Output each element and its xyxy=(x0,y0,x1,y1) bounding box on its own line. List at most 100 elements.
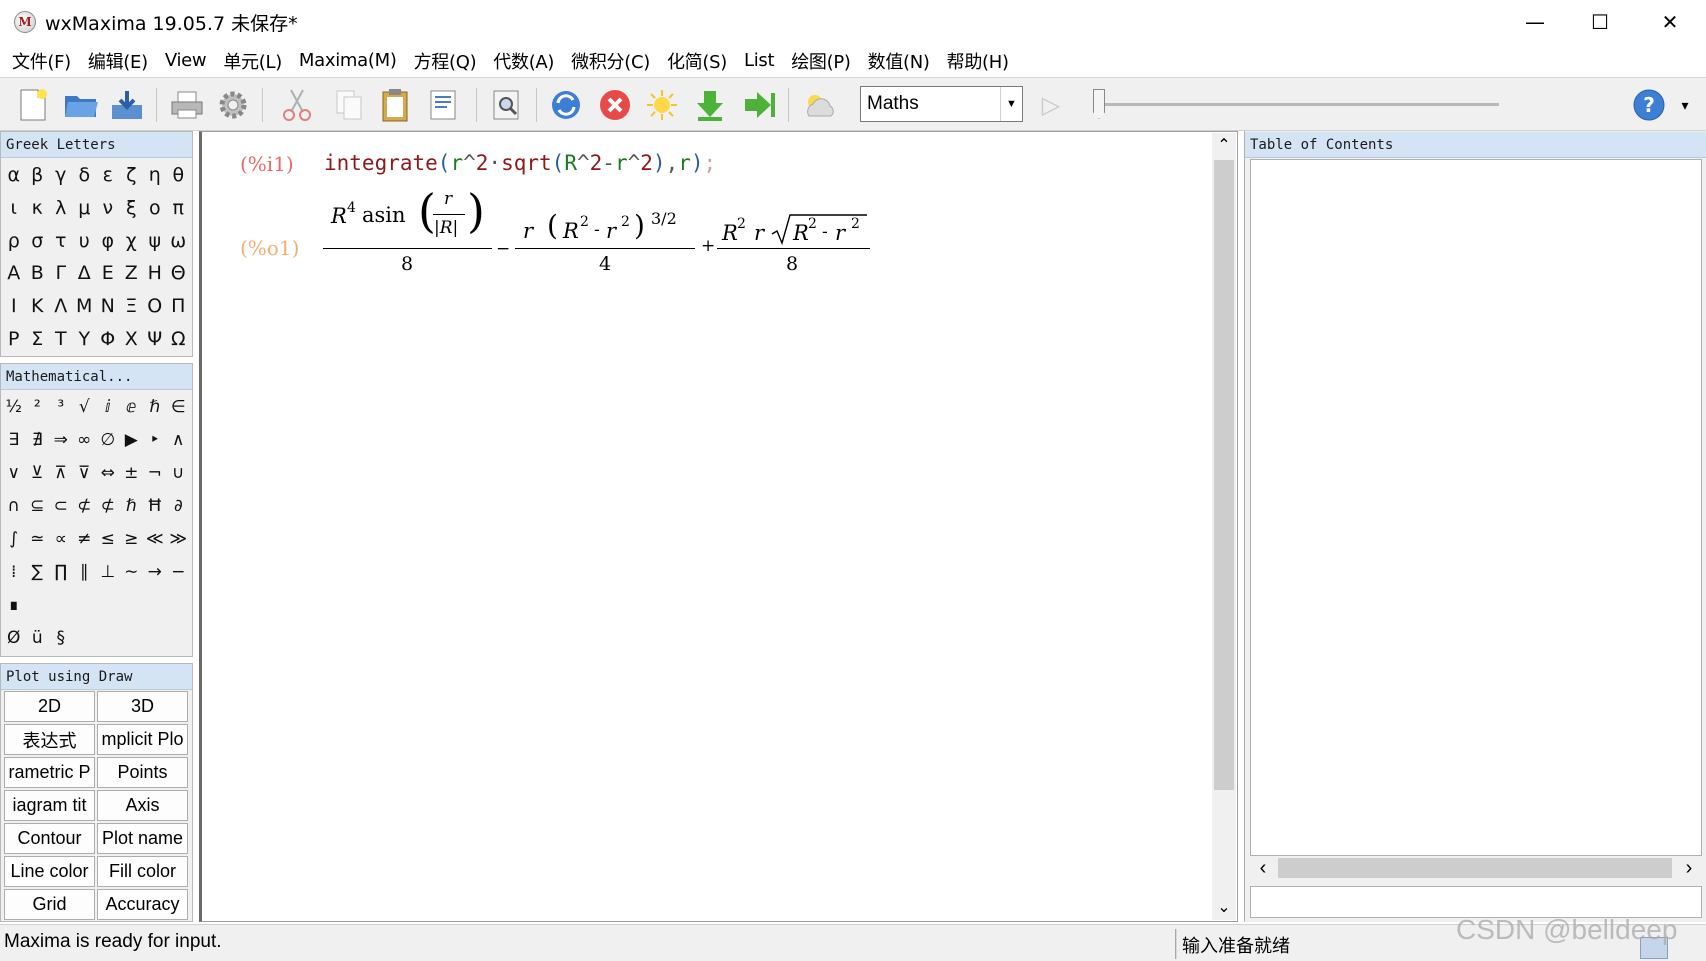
greek-symbol-button[interactable]: η xyxy=(143,159,167,192)
cut-icon[interactable] xyxy=(278,86,316,124)
worksheet[interactable] xyxy=(199,131,1238,922)
help-icon[interactable]: ? xyxy=(1630,86,1668,124)
greek-symbol-button[interactable]: σ xyxy=(26,224,50,257)
draw-button[interactable]: Accuracy xyxy=(97,889,188,920)
math-symbol-button[interactable]: ∞ xyxy=(73,423,97,456)
math-symbol-button[interactable]: ⊂ xyxy=(49,489,73,522)
draw-button[interactable]: Line color xyxy=(4,856,95,887)
math-symbol-button[interactable]: ⊽ xyxy=(73,456,97,489)
menu-item[interactable]: 方程(Q) xyxy=(408,48,488,74)
math-symbol-button[interactable]: ∥ xyxy=(73,555,97,588)
draw-button[interactable]: Points xyxy=(97,757,188,788)
scroll-left-icon[interactable]: ‹ xyxy=(1252,857,1274,879)
math-symbol-button[interactable]: ⅇ xyxy=(120,390,144,423)
greek-symbol-button[interactable]: Υ xyxy=(73,322,97,355)
greek-symbol-button[interactable]: β xyxy=(26,159,50,192)
math-symbol-button[interactable]: ℏ xyxy=(143,390,167,423)
draw-button[interactable]: 2D xyxy=(4,691,95,722)
follow-icon[interactable] xyxy=(643,86,681,124)
greek-symbol-button[interactable]: ε xyxy=(96,159,120,192)
greek-symbol-button[interactable]: ω xyxy=(167,224,191,257)
math-symbol-button[interactable]: ± xyxy=(120,456,144,489)
math-symbol-button[interactable]: ∧ xyxy=(167,423,191,456)
math-symbol-button[interactable]: ≪ xyxy=(143,522,167,555)
menu-item[interactable]: 单元(L) xyxy=(217,48,293,74)
greek-symbol-button[interactable]: Ν xyxy=(96,290,120,323)
menu-item[interactable]: Maxima(M) xyxy=(293,50,408,71)
math-symbol-button[interactable]: ⊼ xyxy=(49,456,73,489)
chevron-down-icon[interactable]: ▼ xyxy=(1000,87,1022,121)
math-symbol-button[interactable]: ³ xyxy=(49,390,73,423)
draw-button[interactable]: Grid xyxy=(4,889,95,920)
greek-symbol-button[interactable]: Σ xyxy=(26,322,50,355)
greek-symbol-button[interactable]: υ xyxy=(73,224,97,257)
draw-button[interactable]: mplicit Plo xyxy=(97,724,188,755)
greek-symbol-button[interactable]: ψ xyxy=(143,224,167,257)
restart-icon[interactable] xyxy=(547,86,585,124)
draw-button[interactable]: Fill color xyxy=(97,856,188,887)
paste-icon[interactable] xyxy=(376,86,414,124)
math-symbol-button[interactable]: ⊻ xyxy=(26,456,50,489)
math-symbol-button[interactable]: ⊥ xyxy=(96,555,120,588)
math-symbol-button[interactable]: ¬ xyxy=(143,456,167,489)
select-all-icon[interactable] xyxy=(424,86,462,124)
settings-gear-icon[interactable] xyxy=(214,86,252,124)
math-symbol-button[interactable]: ² xyxy=(26,390,50,423)
math-symbol-button[interactable]: ≫ xyxy=(167,522,191,555)
play-animation-icon[interactable]: ▷ xyxy=(1032,86,1070,124)
math-symbol-button[interactable]: ⇔ xyxy=(96,456,120,489)
draw-button[interactable]: Plot name xyxy=(97,823,188,854)
draw-button[interactable]: 3D xyxy=(97,691,188,722)
math-symbol-button[interactable]: Ħ xyxy=(143,489,167,522)
math-symbol-button[interactable]: ∄ xyxy=(26,423,50,456)
greek-symbol-button[interactable]: Μ xyxy=(73,290,97,323)
math-symbol-button[interactable]: − xyxy=(167,555,191,588)
math-symbol-button[interactable]: ▶ xyxy=(120,423,144,456)
math-symbol-button[interactable]: ∼ xyxy=(120,555,144,588)
greek-symbol-button[interactable]: Γ xyxy=(49,257,73,290)
draw-button[interactable]: 表达式 xyxy=(4,724,95,755)
maximize-button[interactable]: ☐ xyxy=(1565,0,1635,44)
menu-item[interactable]: View xyxy=(159,50,218,71)
menu-item[interactable]: 编辑(E) xyxy=(82,48,159,74)
toc-hscrollbar-thumb[interactable] xyxy=(1278,858,1672,878)
math-symbol-button[interactable]: Ø xyxy=(2,621,26,654)
greek-symbol-button[interactable]: γ xyxy=(49,159,73,192)
math-symbol-button[interactable]: ∑ xyxy=(26,555,50,588)
menu-item[interactable]: 微积分(C) xyxy=(565,48,661,74)
menu-item[interactable]: 代数(A) xyxy=(487,48,565,74)
worksheet-scrollbar-thumb[interactable] xyxy=(1214,160,1234,790)
math-symbol-button[interactable]: ∫ xyxy=(2,522,26,555)
scroll-right-icon[interactable]: › xyxy=(1678,857,1700,879)
math-symbol-button[interactable]: → xyxy=(143,555,167,588)
math-symbol-button[interactable]: ⁞ xyxy=(2,555,26,588)
greek-symbol-button[interactable]: Π xyxy=(167,290,191,323)
greek-symbol-button[interactable]: Ζ xyxy=(120,257,144,290)
math-symbol-button[interactable]: ∅ xyxy=(96,423,120,456)
math-symbol-button[interactable]: √ xyxy=(73,390,97,423)
new-file-icon[interactable] xyxy=(14,86,52,124)
greek-symbol-button[interactable]: ζ xyxy=(120,159,144,192)
greek-symbol-button[interactable]: Κ xyxy=(26,290,50,323)
greek-symbol-button[interactable]: ν xyxy=(96,192,120,225)
draw-button[interactable]: Contour xyxy=(4,823,95,854)
menu-item[interactable]: 文件(F) xyxy=(6,48,82,74)
math-symbol-button[interactable]: ⅈ xyxy=(96,390,120,423)
scroll-up-icon[interactable]: ⌃ xyxy=(1214,134,1234,156)
scroll-down-icon[interactable]: ⌄ xyxy=(1214,896,1234,918)
math-symbol-button[interactable]: ∃ xyxy=(2,423,26,456)
toc-list[interactable] xyxy=(1250,159,1702,856)
greek-symbol-button[interactable]: Ρ xyxy=(2,322,26,355)
greek-symbol-button[interactable]: θ xyxy=(167,159,191,192)
draw-button[interactable]: Axis xyxy=(97,790,188,821)
cell-style-select[interactable]: Maths ▼ xyxy=(860,86,1023,122)
greek-symbol-button[interactable]: τ xyxy=(49,224,73,257)
math-symbol-button[interactable]: ≠ xyxy=(73,522,97,555)
math-symbol-button[interactable]: ⊄ xyxy=(96,489,120,522)
greek-symbol-button[interactable]: Α xyxy=(2,257,26,290)
greek-symbol-button[interactable]: Φ xyxy=(96,322,120,355)
draw-button[interactable]: iagram tit xyxy=(4,790,95,821)
greek-symbol-button[interactable]: δ xyxy=(73,159,97,192)
greek-symbol-button[interactable]: Ξ xyxy=(120,290,144,323)
draw-button[interactable]: rametric P xyxy=(4,757,95,788)
